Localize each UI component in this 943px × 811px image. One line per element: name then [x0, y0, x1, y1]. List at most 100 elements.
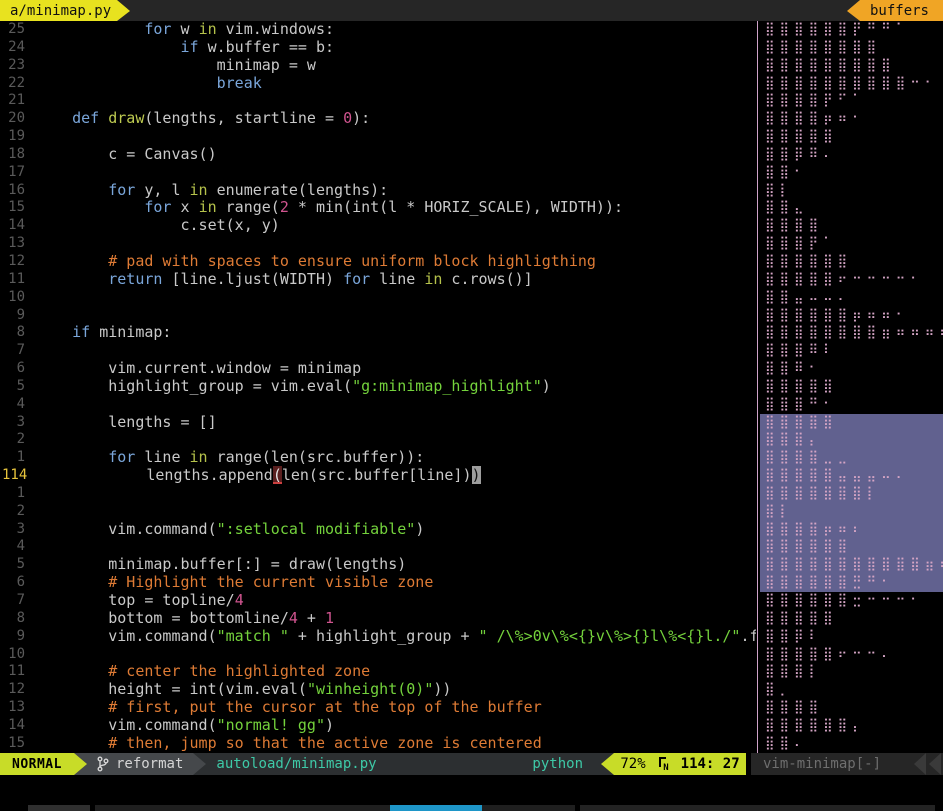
- minimap-row[interactable]: ⣿⣿⣿⠛⠂: [760, 396, 943, 414]
- minimap-row-highlighted[interactable]: ⣿⣿⣿⣿⣿⣤⣤⣤⠤⠄: [760, 467, 943, 485]
- minimap-row[interactable]: ⣿⣿⠂: [760, 164, 943, 182]
- code-line[interactable]: 18 c = Canvas(): [0, 146, 756, 164]
- minimap-row[interactable]: ⣿⣿⣿⣿⣿⣿⡟⠛⠛⠁: [760, 21, 943, 39]
- code-line[interactable]: 4: [0, 396, 756, 414]
- minimap-row[interactable]: ⣿⣿⡿⠇: [760, 628, 943, 646]
- line-number: 9: [0, 307, 25, 325]
- code-text: minimap = w: [36, 57, 316, 75]
- code-line[interactable]: 8 if minimap:: [0, 324, 756, 342]
- code-line[interactable]: 5 highlight_group = vim.eval("g:minimap_…: [0, 378, 756, 396]
- minimap-row[interactable]: ⣿⣿⣿⡇: [760, 663, 943, 681]
- minimap-row[interactable]: ⣿⣿⣿⣿: [760, 217, 943, 235]
- code-line[interactable]: 14 c.set(x, y): [0, 217, 756, 235]
- code-line[interactable]: 3 lengths = []: [0, 414, 756, 432]
- line-number: 18: [0, 146, 25, 164]
- minimap-row[interactable]: ⣿⣿⣤⠤⠤⠄: [760, 289, 943, 307]
- code-text: break: [36, 75, 262, 93]
- minimap-row[interactable]: ⣿⣿⣄: [760, 199, 943, 217]
- taskbar-strip[interactable]: [0, 805, 943, 811]
- code-line[interactable]: 15 for x in range(2 * min(int(l * HORIZ_…: [0, 199, 756, 217]
- minimap-row[interactable]: ⣿⣿⣿⣿⣿⣿⣿⣿⣿: [760, 57, 943, 75]
- code-line[interactable]: 24 if w.buffer == b:: [0, 39, 756, 57]
- code-line[interactable]: 5 minimap.buffer[:] = draw(lengths): [0, 556, 756, 574]
- code-line[interactable]: 3 vim.command(":setlocal modifiable"): [0, 521, 756, 539]
- code-line[interactable]: 2: [0, 503, 756, 521]
- minimap-row[interactable]: ⣿⡇: [760, 182, 943, 200]
- code-line[interactable]: 8 bottom = bottomline/4 + 1: [0, 610, 756, 628]
- code-text: vim.command(":setlocal modifiable"): [36, 521, 424, 539]
- code-line[interactable]: 10: [0, 289, 756, 307]
- code-line[interactable]: 9 vim.command("match " + highlight_group…: [0, 628, 756, 646]
- line-number: 8: [0, 324, 25, 342]
- minimap-row-highlighted[interactable]: ⣿⣿⣿⣿⣿⣿⣿⡇: [760, 485, 943, 503]
- code-line[interactable]: 4: [0, 538, 756, 556]
- minimap-row[interactable]: ⣿⡀: [760, 681, 943, 699]
- code-line[interactable]: 11 return [line.ljust(WIDTH) for line in…: [0, 271, 756, 289]
- code-line[interactable]: 12 # pad with spaces to ensure uniform b…: [0, 253, 756, 271]
- minimap-row[interactable]: ⣿⣿⣿⣿⡶⠶⠂: [760, 110, 943, 128]
- code-line[interactable]: 10: [0, 646, 756, 664]
- code-line[interactable]: 114 lengths.append(len(src.buffer[line])…: [0, 467, 756, 485]
- minimap-pane[interactable]: ⣿⣿⣿⣿⣿⣿⡟⠛⠛⠁⣿⣿⣿⣿⣿⣿⣿⣿⣿⣿⣿⣿⣿⣿⣿⣿⣿⣿⣿⣿⣿⣿⣿⣿⣿⣿⣿⠒⠂⣿…: [760, 21, 943, 753]
- code-line[interactable]: 17: [0, 164, 756, 182]
- minimap-row-highlighted[interactable]: ⣿⣿⣿⣿⣿⣿: [760, 538, 943, 556]
- code-line[interactable]: 7: [0, 342, 756, 360]
- minimap-row-highlighted[interactable]: ⣿⣿⣿⣿⣿⣿⣛⠛⠂: [760, 574, 943, 592]
- code-line[interactable]: 1: [0, 485, 756, 503]
- minimap-row[interactable]: ⣿⣿⣿⣿⣿⣿: [760, 253, 943, 271]
- minimap-row[interactable]: ⣿⣿⣿⣿⣿⣿⡶⠶⠶⠂: [760, 307, 943, 325]
- minimap-row[interactable]: ⣿⣿⡿⠿⠄: [760, 146, 943, 164]
- minimap-row[interactable]: ⣿⣿⣿⣿: [760, 699, 943, 717]
- tab-active-file[interactable]: a/minimap.py: [0, 0, 117, 21]
- minimap-row-highlighted[interactable]: ⣿⣿⣿⣿⣀⣀: [760, 449, 943, 467]
- code-line[interactable]: 6 vim.current.window = minimap: [0, 360, 756, 378]
- file-path-label: autoload/minimap.py: [216, 756, 376, 772]
- minimap-row-highlighted[interactable]: ⣿⣿⣿⣿⣿⣿⣿⣿⣿⣿⣿⣶⠶⠶⠄: [760, 556, 943, 574]
- code-line[interactable]: 11 # center the highlighted zone: [0, 663, 756, 681]
- minimap-row[interactable]: ⣿⣿⣿⡟⠁: [760, 235, 943, 253]
- window-vertical-separator[interactable]: [757, 21, 758, 753]
- code-line[interactable]: 25 for w in vim.windows:: [0, 21, 756, 39]
- minimap-row[interactable]: ⣿⣿⣿⠿⠇: [760, 342, 943, 360]
- line-number: 2: [0, 431, 25, 449]
- minimap-row[interactable]: ⣿⣿⣿⣿⣿⣿⣒⠒⠒⠒⠂: [760, 592, 943, 610]
- code-line[interactable]: 23 minimap = w: [0, 57, 756, 75]
- code-line[interactable]: 13 # first, put the cursor at the top of…: [0, 699, 756, 717]
- minimap-row[interactable]: ⣿⣿⣿⣿⣿⣿⣿⣿⣶⠶⠶⠶⠖⠂: [760, 324, 943, 342]
- code-line[interactable]: 6 # Highlight the current visible zone: [0, 574, 756, 592]
- code-line[interactable]: 14 vim.command("normal! gg"): [0, 717, 756, 735]
- minimap-row[interactable]: ⣿⣿⣿⣿⣿: [760, 378, 943, 396]
- minimap-row[interactable]: ⣿⣿⣿⣿⣿⣿⣿⣿: [760, 39, 943, 57]
- minimap-row[interactable]: ⣿⣿⣿⣿⣿: [760, 610, 943, 628]
- code-line[interactable]: 1 for line in range(len(src.buffer)):: [0, 449, 756, 467]
- minimap-row[interactable]: ⣿⣿⣿⣿⣿: [760, 128, 943, 146]
- minimap-row[interactable]: ⣿⣿⠿⠂: [760, 360, 943, 378]
- code-line[interactable]: 7 top = topline/4: [0, 592, 756, 610]
- code-line[interactable]: 9: [0, 307, 756, 325]
- code-line[interactable]: 19: [0, 128, 756, 146]
- tab-buffers[interactable]: buffers: [860, 0, 943, 21]
- code-line[interactable]: 22 break: [0, 75, 756, 93]
- code-text: for x in range(2 * min(int(l * HORIZ_SCA…: [36, 199, 623, 217]
- minimap-row-highlighted[interactable]: ⣿⣿⣿⣿⣿: [760, 414, 943, 432]
- minimap-row-highlighted[interactable]: ⣿⣿⣿⡄: [760, 431, 943, 449]
- code-line[interactable]: 21: [0, 92, 756, 110]
- code-area[interactable]: 25 for w in vim.windows:24 if w.buffer =…: [0, 21, 756, 753]
- code-line[interactable]: 16 for y, l in enumerate(lengths):: [0, 182, 756, 200]
- minimap-row[interactable]: ⣿⣿⣿⣿⣿⣿⣿⣿⣿⣿⠒⠂: [760, 75, 943, 93]
- minimap-row[interactable]: ⣿⣿⣿⣿⡟⠋⠁: [760, 92, 943, 110]
- code-line[interactable]: 13: [0, 235, 756, 253]
- minimap-row[interactable]: ⣿⣿⣿⣿⣿⠖⠒⠒⠒⠒⠂: [760, 271, 943, 289]
- minimap-row-highlighted[interactable]: ⣿⣿⣿⣿⡶⠶⠆: [760, 521, 943, 539]
- taskbar-segment: [28, 805, 90, 811]
- code-text: c = Canvas(): [36, 146, 217, 164]
- code-line[interactable]: 12 height = int(vim.eval("winheight(0)")…: [0, 681, 756, 699]
- code-line[interactable]: 15 # then, jump so that the active zone …: [0, 735, 756, 753]
- minimap-row[interactable]: ⣿⣿⣿⣿⣿⣿⡄: [760, 717, 943, 735]
- minimap-row[interactable]: ⣿⣿⣿⣿⣿⠖⠒⠒⠄: [760, 646, 943, 664]
- code-line[interactable]: 20 def draw(lengths, startline = 0):: [0, 110, 756, 128]
- code-line[interactable]: 2: [0, 431, 756, 449]
- minimap-row-highlighted[interactable]: ⣿⡇: [760, 503, 943, 521]
- minimap-row[interactable]: ⣿⣿⠄: [760, 735, 943, 753]
- line-number: 13: [0, 235, 25, 253]
